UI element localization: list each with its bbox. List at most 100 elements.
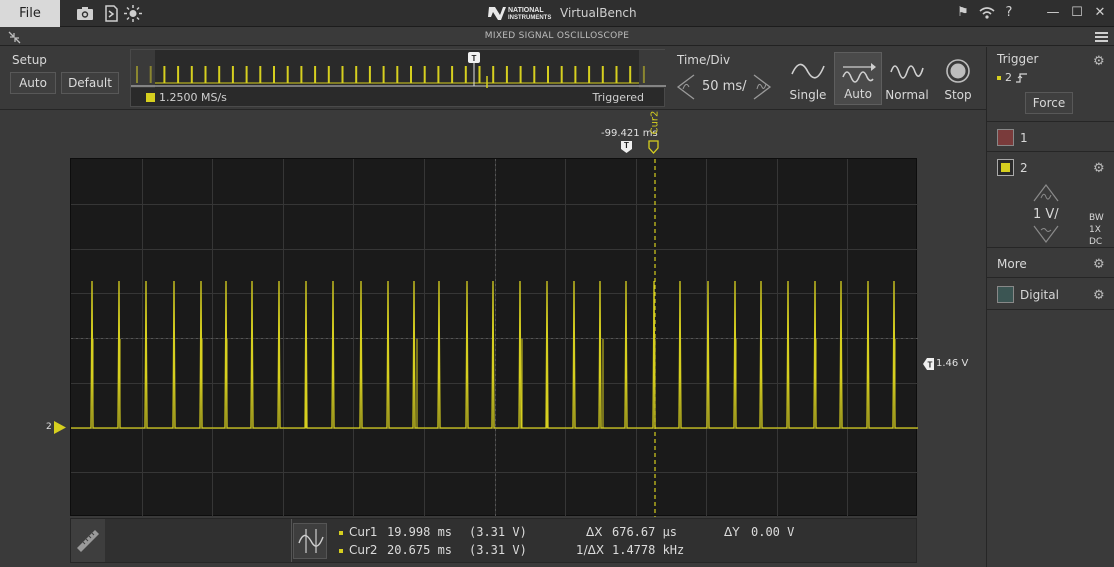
channel-1-swatch[interactable] bbox=[997, 129, 1014, 146]
single-mode-button[interactable]: Single bbox=[784, 52, 832, 105]
rising-edge-icon bbox=[1016, 72, 1027, 83]
waveform-overview[interactable]: T 1.2500 MS/s Triggered bbox=[130, 49, 666, 107]
minimize-icon[interactable]: — bbox=[1044, 4, 1062, 22]
auto-mode-label: Auto bbox=[844, 87, 872, 101]
svg-text:T: T bbox=[624, 141, 629, 150]
right-panel: Trigger ⚙ 2 Force 1 2 ⚙ 1 V/ BW 1X DC Mo… bbox=[986, 47, 1114, 567]
cursor-2-label: Cur2 bbox=[649, 110, 661, 135]
ni-logo-icon: NATIONAL INSTRUMENTS bbox=[488, 7, 551, 21]
bandwidth-label: BW bbox=[1089, 213, 1104, 223]
readout-divider bbox=[291, 519, 292, 562]
more-settings-gear-icon[interactable]: ⚙ bbox=[1093, 258, 1106, 271]
file-menu-button[interactable]: File bbox=[0, 0, 60, 27]
instrument-header: MIXED SIGNAL OSCILLOSCOPE bbox=[0, 28, 1114, 46]
force-trigger-button[interactable]: Force bbox=[1025, 92, 1073, 114]
trigger-level-label: 1.46 V bbox=[936, 358, 969, 369]
close-icon[interactable]: ✕ bbox=[1091, 4, 1109, 22]
setup-label: Setup bbox=[12, 53, 47, 67]
hamburger-menu-icon[interactable] bbox=[1095, 31, 1108, 43]
trigger-title: Trigger bbox=[997, 52, 1039, 66]
cur2-voltage: (3.31 V) bbox=[469, 543, 527, 557]
sample-rate: 1.2500 MS/s bbox=[146, 91, 227, 104]
channel-marker-number: 2 bbox=[46, 422, 52, 432]
camera-icon[interactable] bbox=[76, 5, 94, 22]
trigger-settings-gear-icon[interactable]: ⚙ bbox=[1093, 55, 1106, 68]
channel-2-label: 2 bbox=[1020, 161, 1028, 175]
coupling-mode: DC bbox=[1089, 237, 1103, 247]
svg-text:T: T bbox=[928, 361, 933, 370]
auto-wave-icon bbox=[842, 63, 876, 83]
delta-x-value: 676.67 μs bbox=[612, 525, 678, 539]
sample-rate-value: 1.2500 MS/s bbox=[159, 91, 227, 104]
cursor-readout: Cur1 19.998 ms (3.31 V) Cur2 20.675 ms (… bbox=[70, 518, 917, 563]
trigger-position-marker-icon[interactable]: T bbox=[620, 140, 633, 154]
stop-label: Stop bbox=[944, 88, 972, 102]
stop-icon bbox=[946, 59, 970, 83]
stop-button[interactable]: Stop bbox=[934, 52, 982, 105]
auto-setup-button[interactable]: Auto bbox=[10, 72, 56, 94]
wifi-icon[interactable] bbox=[978, 4, 996, 22]
channel-color-swatch bbox=[146, 93, 155, 102]
digital-section[interactable]: Digital ⚙ bbox=[987, 279, 1114, 310]
brand-line1: NATIONAL bbox=[508, 7, 544, 14]
time-div-label: Time/Div bbox=[677, 53, 731, 67]
channel-2-offset-marker-icon[interactable] bbox=[53, 420, 67, 435]
auto-mode-button[interactable]: Auto bbox=[834, 52, 882, 105]
cur1-time: 19.998 ms bbox=[387, 525, 453, 539]
vertical-scale-value: 1 V/ bbox=[1033, 207, 1059, 222]
scale-decrease-button[interactable] bbox=[1033, 225, 1059, 243]
cur2-marker bbox=[339, 549, 343, 553]
instrument-title: MIXED SIGNAL OSCILLOSCOPE bbox=[484, 31, 630, 41]
app-title: VirtualBench bbox=[560, 6, 637, 20]
brand: NATIONAL INSTRUMENTS VirtualBench bbox=[488, 4, 637, 22]
cur2-label: Cur2 bbox=[349, 543, 378, 557]
time-div-value: 50 ms/ bbox=[702, 79, 747, 94]
inverse-delta-x-value: 1.4778 kHz bbox=[612, 543, 685, 557]
cur2-time: 20.675 ms bbox=[387, 543, 453, 557]
measurements-button[interactable] bbox=[71, 519, 105, 562]
channel-1-section[interactable]: 1 bbox=[987, 123, 1114, 152]
cursors-toggle-button[interactable] bbox=[293, 523, 327, 559]
channel-2-section[interactable]: 2 ⚙ 1 V/ BW 1X DC bbox=[987, 153, 1114, 248]
channel-2-swatch[interactable] bbox=[997, 159, 1014, 176]
title-bar: File NATIONAL INSTRUMENTS VirtualBench ⚑… bbox=[0, 0, 1114, 27]
delta-y-value: 0.00 V bbox=[751, 525, 795, 539]
trigger-status: Triggered bbox=[592, 91, 644, 104]
default-setup-button[interactable]: Default bbox=[61, 72, 119, 94]
normal-mode-button[interactable]: Normal bbox=[883, 52, 931, 105]
digital-swatch[interactable] bbox=[997, 286, 1014, 303]
more-label: More bbox=[997, 257, 1027, 271]
digital-label: Digital bbox=[1020, 288, 1059, 302]
maximize-icon[interactable]: ☐ bbox=[1068, 4, 1086, 22]
cur1-voltage: (3.31 V) bbox=[469, 525, 527, 539]
brand-line2: INSTRUMENTS bbox=[508, 15, 551, 21]
scale-increase-button[interactable] bbox=[1033, 184, 1059, 202]
delta-x-label: ΔX bbox=[586, 525, 603, 539]
flag-icon[interactable]: ⚑ bbox=[954, 4, 972, 22]
inverse-delta-x-label: 1/ΔX bbox=[576, 543, 605, 557]
normal-wave-icon bbox=[890, 65, 924, 79]
trigger-level-marker-icon[interactable]: T bbox=[922, 357, 935, 371]
toolbar: Setup Auto Default T 1.2500 MS/s Trigger… bbox=[0, 47, 986, 110]
waveform-trace bbox=[71, 280, 918, 429]
more-section[interactable]: More ⚙ bbox=[987, 249, 1114, 278]
cursor-2-handle-icon[interactable] bbox=[648, 140, 659, 154]
trigger-source-dot bbox=[997, 75, 1001, 80]
time-div-decrease-button[interactable] bbox=[676, 74, 696, 100]
waveform-plot bbox=[71, 159, 918, 517]
oscilloscope-display[interactable] bbox=[70, 158, 918, 517]
single-wave-icon bbox=[791, 63, 825, 79]
brightness-icon[interactable] bbox=[124, 5, 142, 22]
trigger-source-channel: 2 bbox=[1005, 71, 1012, 84]
normal-mode-label: Normal bbox=[885, 88, 929, 102]
time-div-increase-button[interactable] bbox=[752, 74, 772, 100]
digital-settings-gear-icon[interactable]: ⚙ bbox=[1093, 289, 1106, 302]
single-mode-label: Single bbox=[789, 88, 827, 102]
help-icon[interactable]: ? bbox=[1000, 4, 1018, 22]
trigger-section: Trigger ⚙ 2 Force bbox=[987, 47, 1114, 122]
cur1-label: Cur1 bbox=[349, 525, 378, 539]
ruler-icon bbox=[77, 530, 99, 552]
export-file-icon[interactable] bbox=[102, 5, 120, 22]
probe-attenuation: 1X bbox=[1089, 225, 1101, 235]
channel-2-settings-gear-icon[interactable]: ⚙ bbox=[1093, 162, 1106, 175]
